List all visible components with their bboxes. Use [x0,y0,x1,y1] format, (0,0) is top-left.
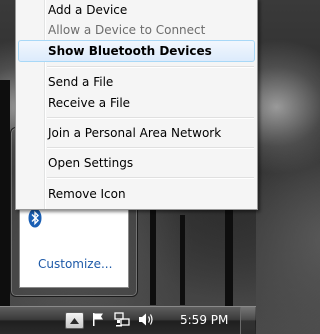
bluetooth-icon[interactable] [28,208,42,228]
tree-silhouette [0,80,10,310]
menu-item-remove-icon[interactable]: Remove Icon [18,183,255,205]
taskbar-clock[interactable]: 5:59 PM [180,313,228,327]
menu-separator [47,177,254,179]
menu-item-open-settings[interactable]: Open Settings [18,152,255,174]
chevron-up-icon [70,317,79,324]
menu-item-allow-device-connect: Allow a Device to Connect [48,23,206,37]
show-desktop-button[interactable] [240,307,255,334]
tree-silhouette [225,200,233,306]
menu-item-send-file[interactable]: Send a File [18,71,255,93]
action-center-flag-icon[interactable] [91,312,105,327]
network-icon[interactable] [114,312,131,328]
tree-silhouette [180,215,185,305]
menu-item-join-pan[interactable]: Join a Personal Area Network [18,122,255,144]
menu-item-add-device[interactable]: Add a Device [18,0,255,21]
menu-item-receive-file[interactable]: Receive a File [18,92,255,114]
volume-icon[interactable] [138,312,154,327]
tree-silhouette [150,205,156,305]
show-hidden-icons-button[interactable] [65,312,84,329]
customize-link[interactable]: Customize... [38,257,112,271]
menu-separator [47,66,254,68]
menu-separator [47,147,254,149]
menu-item-show-bluetooth-devices[interactable]: Show Bluetooth Devices [18,40,255,62]
bluetooth-context-menu: Add a Device Allow a Device to Connect S… [15,0,258,210]
menu-separator [47,117,254,119]
